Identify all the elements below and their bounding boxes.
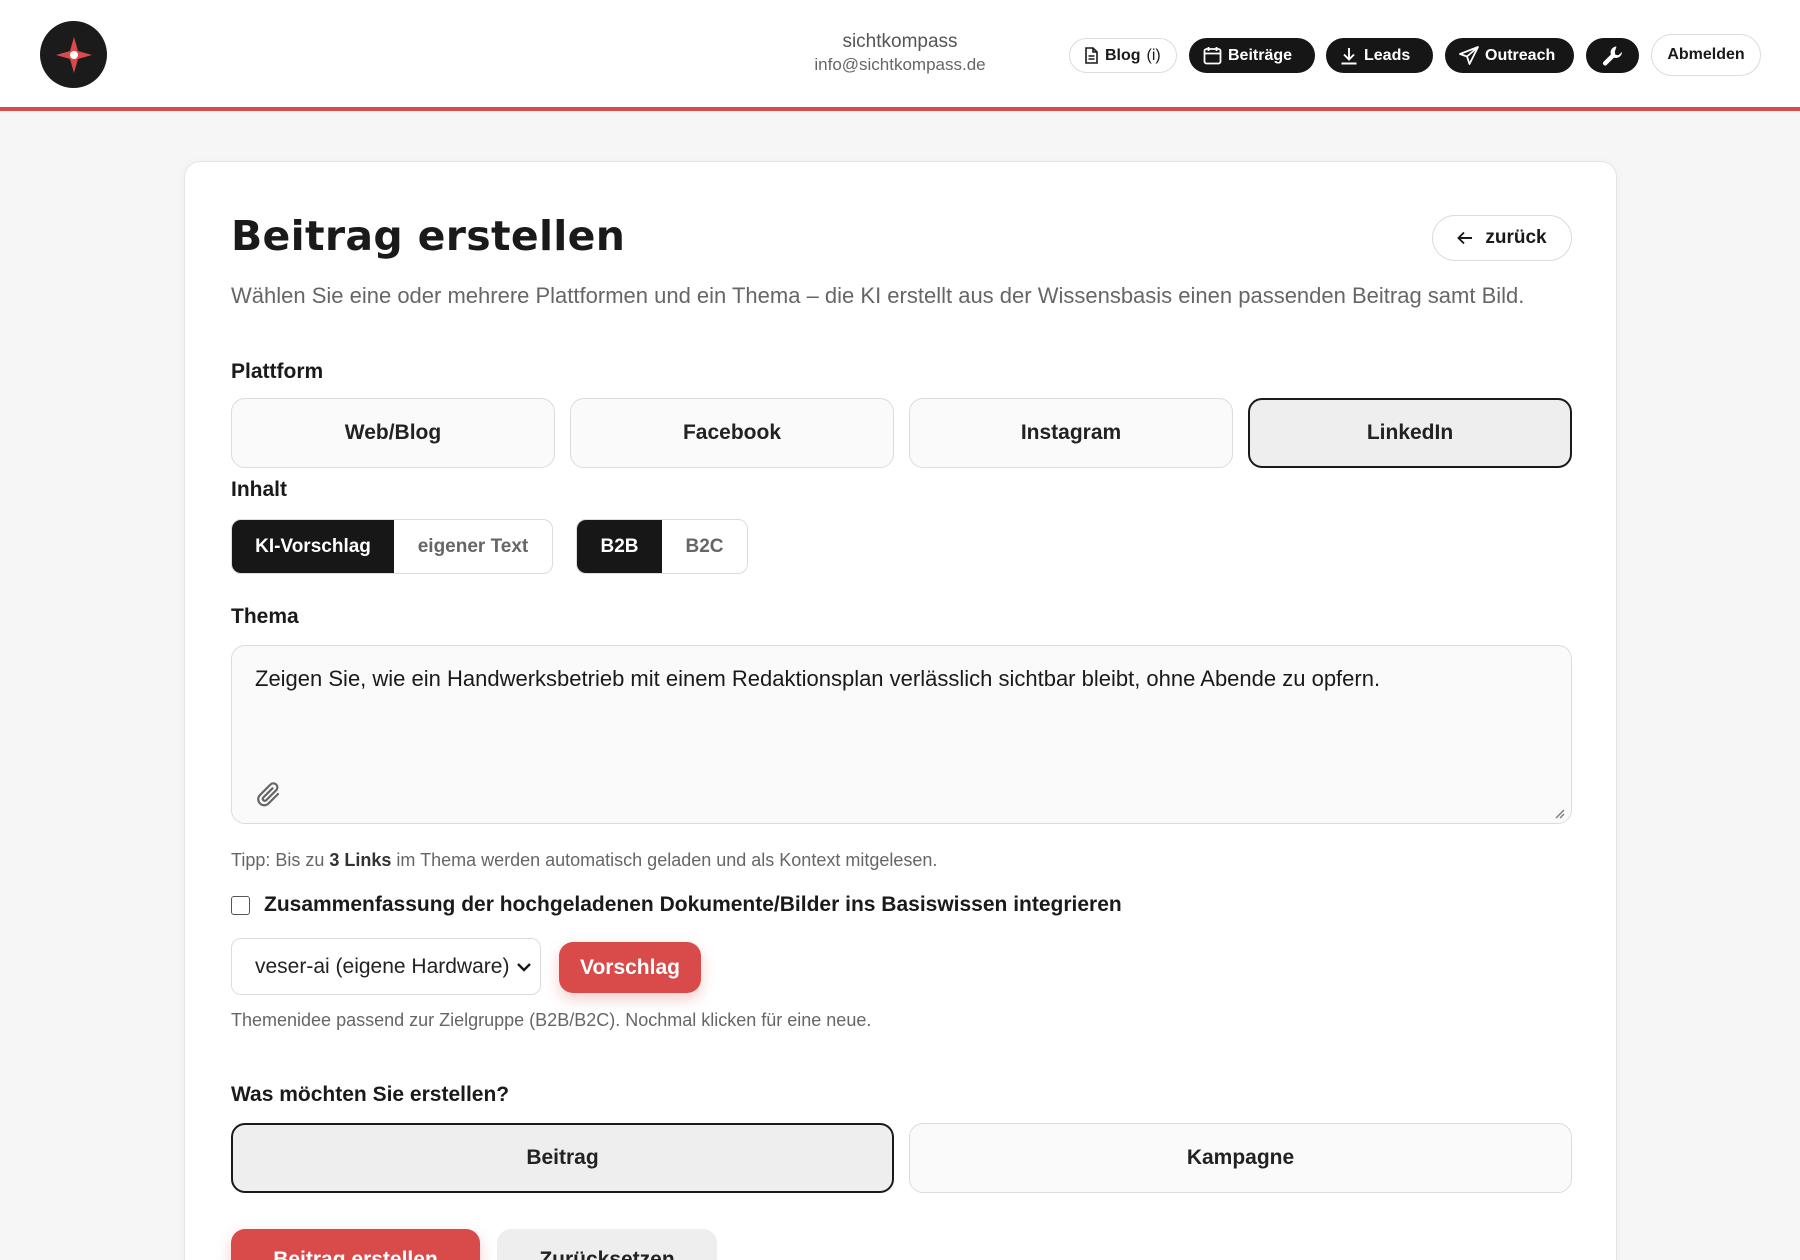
nav-blog-button[interactable]: Blog (i) [1069,38,1177,73]
platform-web-blog-button[interactable]: Web/Blog [231,398,555,468]
integrate-knowledge-option[interactable]: Zusammenfassung der hochgeladenen Dokume… [231,893,1122,917]
integrate-knowledge-label: Zusammenfassung der hochgeladenen Dokume… [264,893,1122,916]
page-intro: Wählen Sie eine oder mehrere Plattformen… [231,283,1525,308]
create-post-button[interactable]: Beitrag erstellen [231,1229,480,1260]
nav-tools-button[interactable] [1586,38,1639,73]
create-type-beitrag-button[interactable]: Beitrag [231,1123,894,1193]
create-type-kampagne-button[interactable]: Kampagne [909,1123,1572,1193]
suggest-note: Themenidee passend zur Zielgruppe (B2B/B… [231,1010,872,1030]
audience-toggle: B2B B2C [576,519,748,574]
account-email: info@sichtkompass.de [814,55,986,74]
nav-outreach-button[interactable]: Outreach [1445,38,1574,73]
content-source-toggle: KI-Vorschlag eigener Text [231,519,553,574]
paperclip-icon[interactable] [254,780,284,810]
nav-beitraege-label: Beiträge [1228,46,1293,64]
create-post-card: Beitrag erstellen zurück Wählen Sie eine… [184,161,1617,1260]
wrench-icon [1602,46,1622,66]
model-select-value: veser-ai (eigene Hardware) [255,954,510,978]
topic-tip: Tipp: Bis zu 3 Links im Thema werden aut… [231,850,937,871]
source-ki-vorschlag-option[interactable]: KI-Vorschlag [232,520,394,573]
topic-textarea[interactable]: Zeigen Sie, wie ein Handwerksbetrieb mit… [231,645,1572,824]
page-title: Beitrag erstellen [231,212,626,260]
integrate-knowledge-checkbox[interactable] [231,895,250,915]
tip-links-count: 3 Links [329,850,392,870]
reset-button[interactable]: Zurücksetzen [497,1229,717,1260]
model-select[interactable]: veser-ai (eigene Hardware) [231,938,541,995]
logout-button[interactable]: Abmelden [1651,34,1761,76]
nav-beitraege-button[interactable]: Beiträge [1189,38,1315,73]
platform-label: Plattform [231,360,324,383]
create-type-label: Was möchten Sie erstellen? [231,1083,510,1106]
download-icon [1341,47,1357,64]
arrow-left-icon [1457,231,1473,245]
platform-instagram-button[interactable]: Instagram [909,398,1233,468]
top-navigation-bar: sichtkompass info@sichtkompass.de Blog (… [0,0,1800,111]
platform-linkedin-button[interactable]: LinkedIn [1248,398,1572,468]
back-label: zurück [1485,227,1547,248]
suggest-topic-button[interactable]: Vorschlag [559,942,701,993]
tip-prefix: Tipp: Bis zu [231,850,330,870]
nav-blog-info: (i) [1146,46,1161,64]
resize-handle-icon[interactable] [1553,807,1565,819]
nav-outreach-label: Outreach [1485,46,1556,64]
back-button[interactable]: zurück [1432,215,1572,261]
audience-b2b-option[interactable]: B2B [577,520,662,573]
tip-suffix: im Thema werden automatisch geladen und … [391,850,938,870]
nav-blog-label: Blog [1105,46,1141,64]
account-name: sichtkompass [842,31,958,52]
topic-label: Thema [231,605,299,628]
compass-logo-icon[interactable] [40,21,107,88]
content-label: Inhalt [231,478,287,501]
nav-leads-label: Leads [1364,46,1411,64]
calendar-icon [1203,47,1222,65]
account-info: sichtkompass info@sichtkompass.de [760,30,1040,76]
send-icon [1459,46,1479,65]
chevron-down-icon [517,962,531,972]
platform-facebook-button[interactable]: Facebook [570,398,894,468]
nav-leads-button[interactable]: Leads [1326,38,1433,73]
document-icon [1085,47,1098,64]
source-eigener-text-option[interactable]: eigener Text [394,520,552,573]
audience-b2c-option[interactable]: B2C [662,520,747,573]
topic-text: Zeigen Sie, wie ein Handwerksbetrieb mit… [255,666,1381,691]
